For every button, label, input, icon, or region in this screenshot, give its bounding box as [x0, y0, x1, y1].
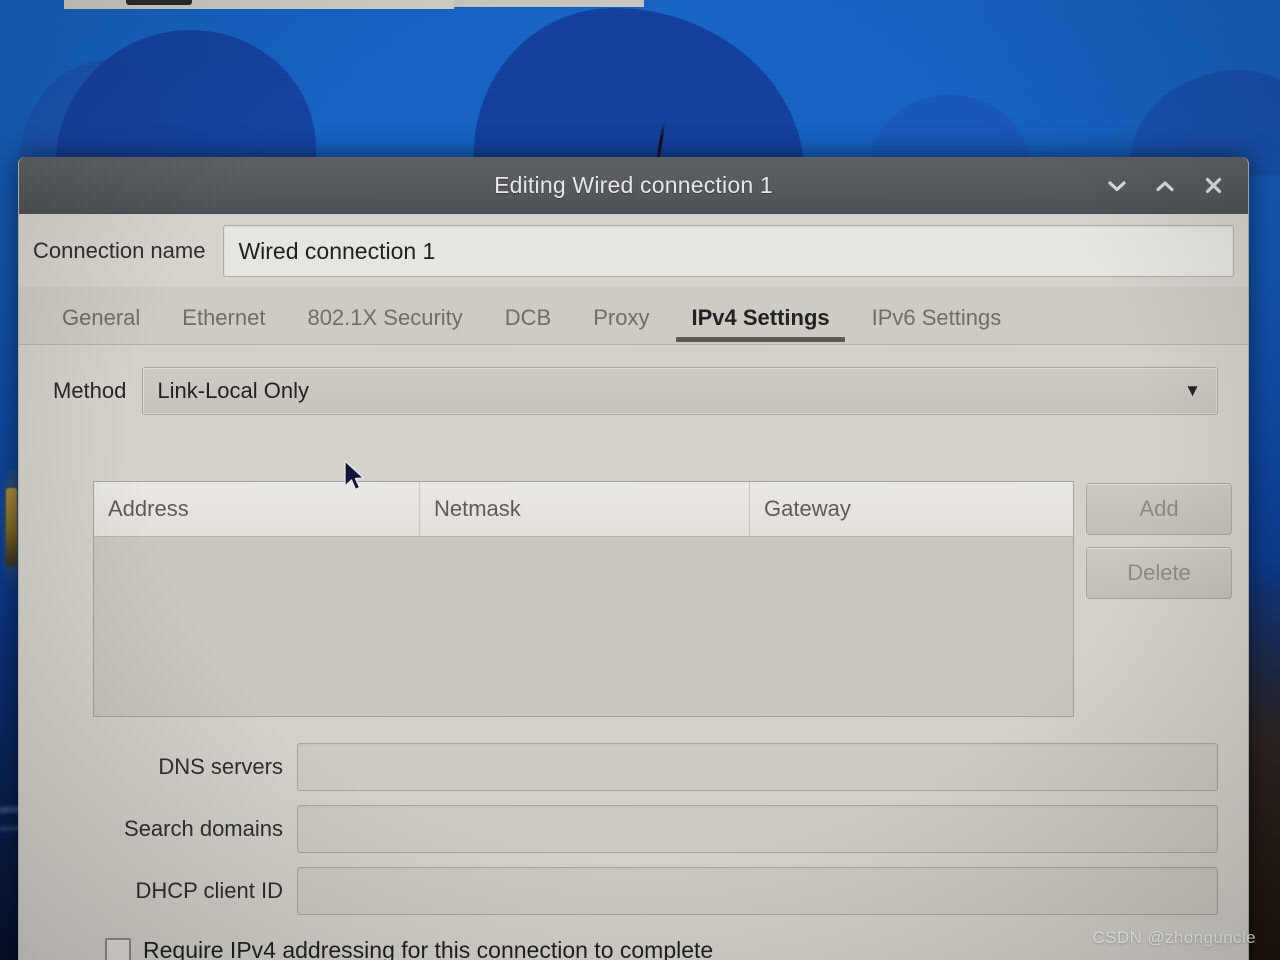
- dhcp-client-id-row: DHCP client ID: [35, 867, 1218, 915]
- dhcp-client-id-label: DHCP client ID: [135, 878, 283, 903]
- chevron-down-icon: ▼: [1184, 381, 1201, 400]
- addresses-table-body[interactable]: [94, 537, 1073, 716]
- require-ipv4-checkbox[interactable]: [105, 937, 131, 960]
- window-controls: [1100, 157, 1230, 214]
- addresses-buttons: Add Delete: [1086, 481, 1232, 599]
- require-ipv4-label[interactable]: Require IPv4 addressing for this connect…: [143, 937, 713, 960]
- screen: Editing Wired connection 1 Connection na…: [0, 0, 1280, 960]
- column-header-address[interactable]: Address: [94, 482, 420, 536]
- search-domains-input[interactable]: [297, 805, 1218, 853]
- method-dropdown[interactable]: Link-Local Only ▼: [142, 367, 1218, 415]
- dns-fields: DNS servers Search domains DHCP client I…: [35, 717, 1232, 915]
- tab-proxy[interactable]: Proxy: [572, 292, 670, 344]
- close-button[interactable]: [1196, 169, 1230, 203]
- tab-ethernet[interactable]: Ethernet: [161, 292, 286, 344]
- column-header-netmask[interactable]: Netmask: [420, 482, 750, 536]
- search-domains-row: Search domains: [35, 805, 1218, 853]
- title-bar[interactable]: Editing Wired connection 1: [19, 157, 1248, 214]
- require-ipv4-row: Require IPv4 addressing for this connect…: [35, 915, 1232, 960]
- addresses-area: Address Netmask Gateway Add Delete: [35, 415, 1232, 717]
- mountain-silhouette: [465, 8, 805, 173]
- mountain-silhouette: [55, 30, 325, 170]
- editing-connection-dialog: Editing Wired connection 1 Connection na…: [18, 157, 1249, 960]
- tab-ipv6-settings[interactable]: IPv6 Settings: [851, 292, 1023, 344]
- dhcp-client-id-input[interactable]: [297, 867, 1218, 915]
- tab-bar: General Ethernet 802.1X Security DCB Pro…: [19, 287, 1248, 345]
- watermark: CSDN @zhonguncle: [1092, 928, 1256, 947]
- window-title: Editing Wired connection 1: [494, 172, 773, 198]
- connection-name-row: Connection name Wired connection 1: [19, 214, 1248, 287]
- addresses-table: Address Netmask Gateway: [93, 481, 1074, 717]
- left-glint: [6, 488, 17, 566]
- method-row: Method Link-Local Only ▼: [35, 345, 1232, 415]
- delete-button[interactable]: Delete: [1086, 547, 1232, 599]
- addresses-table-header: Address Netmask Gateway: [94, 482, 1073, 537]
- chevron-down-icon: [1108, 180, 1126, 191]
- dns-servers-label: DNS servers: [158, 754, 283, 779]
- column-header-gateway[interactable]: Gateway: [750, 482, 1073, 536]
- search-domains-label: Search domains: [124, 816, 283, 841]
- maximize-button[interactable]: [1148, 169, 1182, 203]
- dns-servers-input[interactable]: [297, 743, 1218, 791]
- background-window-edge: [454, 0, 644, 7]
- tab-dcb[interactable]: DCB: [484, 292, 572, 344]
- minimize-button[interactable]: [1100, 169, 1134, 203]
- connection-name-input[interactable]: Wired connection 1: [223, 225, 1234, 277]
- add-button[interactable]: Add: [1086, 483, 1232, 535]
- tab-8021x-security[interactable]: 802.1X Security: [286, 292, 483, 344]
- dns-servers-row: DNS servers: [35, 743, 1218, 791]
- tab-ipv4-settings[interactable]: IPv4 Settings: [670, 292, 850, 344]
- method-label: Method: [53, 378, 127, 403]
- ipv4-settings-panel: Method Link-Local Only ▼ Address Netmask…: [19, 345, 1248, 960]
- background-window-tab: [126, 0, 192, 5]
- chevron-up-icon: [1156, 180, 1174, 191]
- background-window-edge: [64, 0, 454, 9]
- close-icon: [1205, 177, 1221, 194]
- method-selected-value: Link-Local Only: [157, 378, 310, 403]
- connection-name-label: Connection name: [33, 238, 206, 263]
- tab-general[interactable]: General: [41, 292, 161, 344]
